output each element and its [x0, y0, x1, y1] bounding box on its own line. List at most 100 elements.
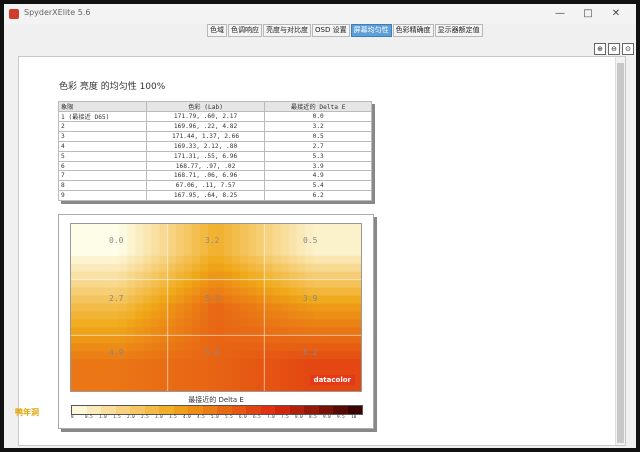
heatmap-cell [296, 255, 306, 265]
heatmap-cell [191, 303, 201, 313]
heatmap-cell [79, 359, 88, 368]
tab-color-accuracy[interactable]: 色彩精确度 [392, 24, 434, 37]
heatmap-cell [280, 295, 290, 305]
heatmap-cell [256, 239, 265, 249]
heatmap-cell [264, 279, 273, 289]
minimize-button[interactable]: — [548, 6, 572, 22]
heatmap-cell [87, 263, 96, 273]
tab-gamut[interactable]: 色域 [207, 24, 227, 37]
heatmap-cell [320, 224, 330, 233]
heatmap-cell [87, 303, 96, 313]
heatmap-cell [207, 383, 217, 391]
table-cell: 5 [58, 150, 147, 162]
heatmap-cell [312, 263, 322, 273]
heatmap-cell [95, 335, 104, 344]
heatmap-cell [224, 224, 233, 233]
heatmap-cell [167, 239, 177, 249]
heatmap-cell [143, 224, 153, 233]
heatmap-cell [248, 255, 257, 265]
heatmap-cell [240, 383, 249, 391]
heatmap-cell [304, 319, 314, 328]
heatmap-cell [191, 335, 201, 344]
heatmap-cell [95, 351, 104, 360]
heatmap-cell [143, 319, 153, 328]
heatmap-cell [183, 351, 193, 360]
heatmap-cell [199, 271, 209, 281]
tab-screen-uniformity[interactable]: 屏幕均匀性 [350, 24, 392, 37]
heatmap-cell [87, 367, 96, 376]
heatmap-cell [296, 263, 306, 273]
heatmap-cell [312, 303, 322, 313]
heatmap-cell [232, 255, 241, 265]
close-button[interactable]: ✕ [604, 6, 628, 22]
heatmap-cell [224, 271, 233, 281]
legend-tick-label: 9.5 [337, 415, 345, 420]
heatmap-cell [336, 327, 346, 336]
tab-brightness-contrast[interactable]: 亮度与对比度 [263, 24, 311, 37]
heatmap-cell [111, 279, 120, 289]
heatmap-cell [216, 263, 225, 273]
heatmap-canvas: 0.0 3.2 0.5 2.7 5.3 3.9 4.9 5.4 6.2 data… [70, 223, 362, 392]
heatmap-cell [304, 224, 314, 233]
heatmap-cell [151, 375, 161, 384]
heatmap-cell [256, 335, 265, 344]
heatmap-cell [320, 279, 330, 289]
heatmap-cell [175, 263, 185, 273]
legend-tick-label: 1.5 [113, 415, 121, 420]
heatmap-cell [111, 375, 120, 384]
zoom-fit-icon[interactable]: ⊙ [622, 43, 634, 55]
legend-tick-label: 0.5 [85, 415, 93, 420]
tab-tone-response[interactable]: 色调响应 [228, 24, 262, 37]
heatmap-cell [127, 279, 137, 289]
heatmap-cell [256, 311, 265, 321]
table-cell: 67.06, .11, 7.57 [145, 180, 266, 192]
heatmap-cell [224, 327, 233, 336]
tab-monitor-rating[interactable]: 显示器额定值 [434, 24, 483, 37]
heatmap-cell [240, 303, 249, 313]
heatmap-cell [199, 247, 209, 257]
heatmap-cell [352, 271, 361, 281]
heatmap-cell [272, 255, 282, 265]
zoom-in-icon[interactable]: ⊕ [594, 43, 606, 55]
heatmap-cell [151, 359, 161, 368]
heatmap-cell [151, 343, 161, 352]
heatmap-cell [143, 247, 153, 257]
heatmap-cell [79, 383, 88, 391]
heatmap-cell [256, 359, 265, 368]
maximize-button[interactable]: □ [576, 6, 600, 22]
heatmap-cell [304, 279, 314, 289]
vertical-scrollbar[interactable] [615, 57, 625, 445]
heatmap-cell [167, 303, 177, 313]
heatmap-cell [328, 303, 338, 313]
heatmap-cell [159, 263, 169, 273]
heatmap-cell [320, 271, 330, 281]
heatmap-cell [207, 263, 217, 273]
legend-swatch [275, 406, 290, 414]
heatmap-cell [264, 359, 273, 368]
zoom-out-icon[interactable]: ⊖ [608, 43, 620, 55]
heatmap-cell [312, 247, 322, 257]
heatmap-cell [79, 367, 88, 376]
tab-osd-settings[interactable]: OSD 设置 [312, 24, 350, 37]
heatmap-cell [135, 239, 145, 249]
legend-swatch [86, 406, 101, 414]
heatmap-cell [111, 311, 120, 321]
heatmap-cell [280, 343, 290, 352]
table-cell: 6.2 [264, 190, 372, 202]
heatmap-cell [240, 263, 249, 273]
heatmap-cell [288, 343, 298, 352]
heatmap-cell [240, 247, 249, 257]
heatmap-cell [135, 351, 145, 360]
heatmap-cell [199, 303, 209, 313]
heatmap-cell [151, 383, 161, 391]
scrollbar-thumb[interactable] [617, 63, 624, 443]
heatmap-cell [248, 279, 257, 289]
table-header: 色彩 (Lab) [145, 101, 266, 112]
heatmap-cell [232, 383, 241, 391]
heatmap-cell [328, 343, 338, 352]
heatmap-cell [79, 263, 88, 273]
heatmap-cell [312, 279, 322, 289]
heatmap-cell [167, 327, 177, 336]
heatmap-cell [135, 335, 145, 344]
heatmap-cell [127, 367, 137, 376]
